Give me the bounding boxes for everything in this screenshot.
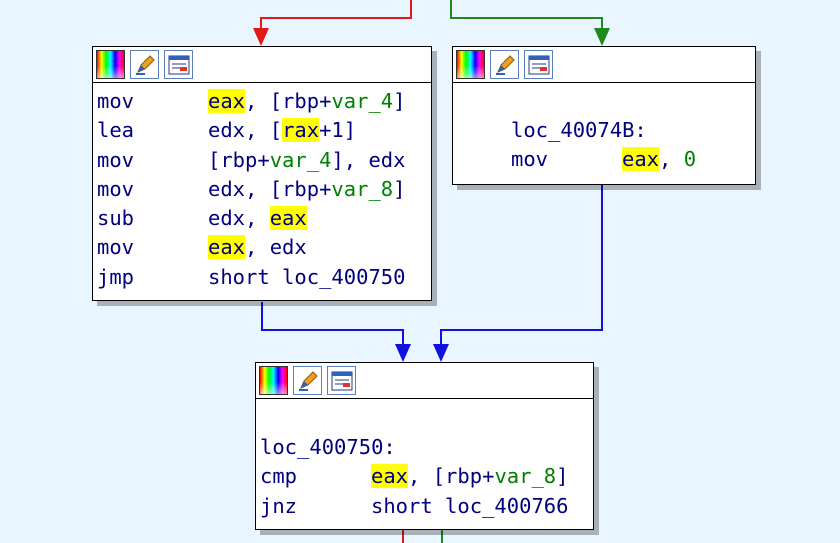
operand-text[interactable]: edx, [: [208, 118, 282, 142]
variable-name[interactable]: var_4: [270, 148, 332, 172]
operands[interactable]: short loc_400766: [371, 492, 568, 521]
highlighted-register[interactable]: eax: [208, 235, 246, 260]
edge-true-arrow: [594, 28, 610, 46]
operand-text[interactable]: ,: [659, 147, 684, 171]
graph-icon[interactable]: [524, 50, 553, 79]
variable-name[interactable]: 0: [684, 147, 696, 171]
highlighted-register[interactable]: rax: [282, 118, 320, 143]
mnemonic[interactable]: mov: [97, 175, 134, 204]
operand-text[interactable]: ], edx: [331, 148, 405, 172]
mnemonic[interactable]: jmp: [97, 263, 134, 292]
operand-text[interactable]: edx,: [208, 206, 270, 230]
operands[interactable]: eax, [rbp+var_8]: [371, 462, 569, 491]
operand-text[interactable]: , [rbp+: [245, 89, 331, 113]
highlighted-register[interactable]: eax: [208, 89, 246, 113]
block-header: [256, 363, 593, 399]
operand-text[interactable]: short loc_400750: [208, 265, 405, 289]
edge-right-to-bottom: [440, 185, 603, 346]
block-body: loc_40074B: mov eax, 0: [453, 83, 755, 175]
operands[interactable]: edx, [rbp+var_8]: [208, 175, 405, 204]
mnemonic[interactable]: mov: [511, 145, 548, 174]
operand-text[interactable]: ]: [393, 177, 405, 201]
pencil-icon[interactable]: [293, 366, 322, 395]
variable-name[interactable]: var_4: [331, 89, 393, 113]
instruction-line[interactable]: lea edx, [rax+1]: [97, 116, 431, 145]
operands[interactable]: short loc_400750: [208, 263, 405, 292]
instruction-line[interactable]: mov eax, 0: [511, 145, 755, 174]
edge-false: [260, 0, 412, 30]
highlighted-register[interactable]: eax: [371, 464, 409, 489]
operand-text[interactable]: +1]: [319, 118, 356, 142]
highlighted-register[interactable]: eax: [269, 206, 307, 231]
graph-icon[interactable]: [164, 50, 193, 79]
block-body: loc_400750: cmp eax, [rbp+var_8] jnz short l…: [256, 399, 593, 521]
variable-name[interactable]: var_8: [331, 177, 393, 201]
color-palette-icon[interactable]: [96, 50, 125, 79]
operands[interactable]: eax, 0: [622, 145, 696, 174]
operands[interactable]: edx, [rax+1]: [208, 116, 356, 145]
variable-name[interactable]: var_8: [494, 464, 556, 488]
mnemonic[interactable]: mov: [97, 233, 134, 262]
operand-text[interactable]: edx, [rbp+: [208, 177, 331, 201]
code-block-right[interactable]: loc_40074B: mov eax, 0: [452, 46, 756, 185]
code-label[interactable]: loc_400750:: [260, 433, 593, 462]
operands[interactable]: edx, eax: [208, 204, 307, 233]
instruction-line[interactable]: mov [rbp+var_4], edx: [97, 146, 431, 175]
operand-text[interactable]: ]: [556, 464, 568, 488]
pencil-icon[interactable]: [490, 50, 519, 79]
pencil-icon[interactable]: [130, 50, 159, 79]
mnemonic[interactable]: sub: [97, 204, 134, 233]
instruction-line[interactable]: mov eax, edx: [97, 233, 431, 262]
code-label[interactable]: loc_40074B:: [511, 116, 755, 145]
block-body: mov eax, [rbp+var_4] lea edx, [rax+1] mov [rb…: [93, 83, 431, 292]
operand-text[interactable]: , edx: [245, 235, 307, 259]
operands[interactable]: eax, edx: [208, 233, 307, 262]
instruction-line[interactable]: mov edx, [rbp+var_8]: [97, 175, 431, 204]
block-header: [453, 47, 755, 83]
edge-false-arrow: [253, 28, 269, 46]
operand-text[interactable]: [rbp+: [208, 148, 270, 172]
color-palette-icon[interactable]: [259, 366, 288, 395]
instruction-line[interactable]: jnz short loc_400766: [260, 492, 593, 521]
code-block-left[interactable]: mov eax, [rbp+var_4] lea edx, [rax+1] mov [rb…: [92, 46, 432, 301]
mnemonic[interactable]: mov: [97, 146, 134, 175]
operand-text[interactable]: , [rbp+: [408, 464, 494, 488]
operand-text[interactable]: ]: [393, 89, 405, 113]
mnemonic[interactable]: jnz: [260, 492, 297, 521]
operands[interactable]: [rbp+var_4], edx: [208, 146, 406, 175]
block-header: [93, 47, 431, 83]
code-block-bottom[interactable]: loc_400750: cmp eax, [rbp+var_8] jnz short l…: [255, 362, 594, 530]
operand-text[interactable]: short loc_400766: [371, 494, 568, 518]
instruction-line[interactable]: mov eax, [rbp+var_4]: [97, 87, 431, 116]
color-palette-icon[interactable]: [456, 50, 485, 79]
edge-right-to-bottom-arrow: [433, 344, 449, 362]
mnemonic[interactable]: lea: [97, 116, 134, 145]
mnemonic[interactable]: cmp: [260, 462, 297, 491]
highlighted-register[interactable]: eax: [622, 147, 660, 172]
graph-icon[interactable]: [327, 366, 356, 395]
mnemonic[interactable]: mov: [97, 87, 134, 116]
instruction-line[interactable]: cmp eax, [rbp+var_8]: [260, 462, 593, 491]
operands[interactable]: eax, [rbp+var_4]: [208, 87, 406, 116]
edge-left-to-bottom: [261, 302, 404, 346]
instruction-line[interactable]: jmp short loc_400750: [97, 263, 431, 292]
instruction-line[interactable]: sub edx, eax: [97, 204, 431, 233]
edge-left-to-bottom-arrow: [395, 344, 411, 362]
edge-true: [450, 0, 603, 30]
